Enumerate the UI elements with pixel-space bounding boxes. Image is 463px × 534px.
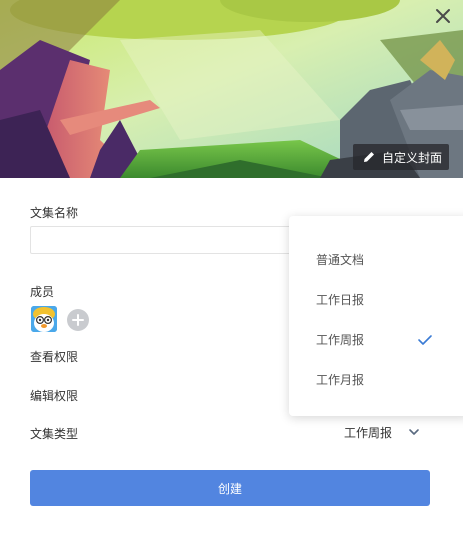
custom-cover-label: 自定义封面 <box>381 150 442 165</box>
collection-type-select[interactable]: 工作周报 <box>344 423 420 441</box>
option-label: 普通文档 <box>316 253 365 267</box>
add-member-button[interactable] <box>67 309 89 331</box>
pencil-icon <box>363 152 374 162</box>
members-label: 成员 <box>30 285 55 299</box>
dropdown-option-normal[interactable]: 普通文档 <box>289 240 463 280</box>
chevron-down-icon <box>409 429 419 435</box>
option-label: 工作月报 <box>316 373 365 387</box>
option-label: 工作日报 <box>316 293 365 307</box>
dropdown-option-daily[interactable]: 工作日报 <box>289 280 463 320</box>
dropdown-option-monthly[interactable]: 工作月报 <box>289 360 463 400</box>
member-avatar[interactable] <box>31 306 57 332</box>
close-icon <box>436 9 450 23</box>
avatar-image <box>31 306 57 332</box>
check-icon <box>418 335 432 345</box>
create-button[interactable]: 创建 <box>30 470 430 506</box>
close-button[interactable] <box>433 6 453 26</box>
create-collection-dialog: 自定义封面 文集名称 成员 查看权限 编辑权限 文集类型 工作周报 创建 普通文… <box>0 0 463 534</box>
edit-permission-label: 编辑权限 <box>30 389 79 403</box>
dropdown-option-weekly[interactable]: 工作周报 <box>289 320 463 360</box>
collection-type-dropdown: 普通文档 工作日报 工作周报 工作月报 <box>289 216 463 416</box>
collection-type-label: 文集类型 <box>30 427 79 441</box>
custom-cover-button[interactable]: 自定义封面 <box>352 144 449 170</box>
view-permission-label: 查看权限 <box>30 350 79 364</box>
option-label: 工作周报 <box>316 333 365 347</box>
collection-type-value: 工作周报 <box>344 425 393 440</box>
name-label: 文集名称 <box>30 206 79 220</box>
